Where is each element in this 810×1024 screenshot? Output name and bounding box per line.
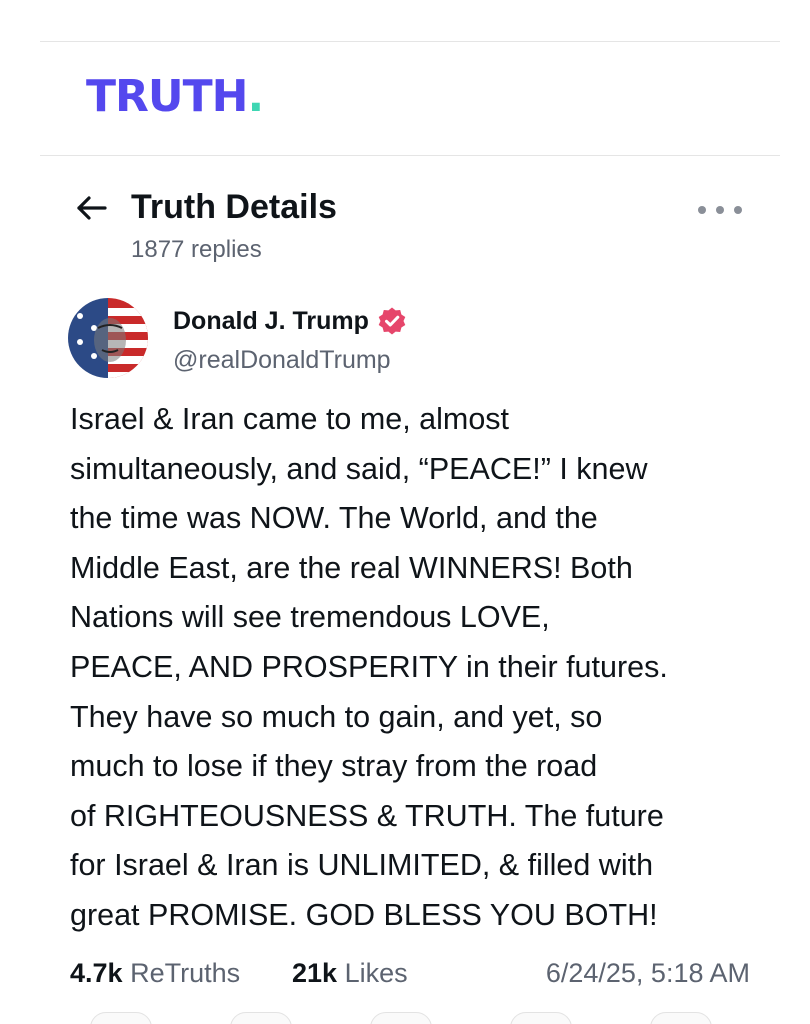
logo-dot: . [247,71,264,122]
author-name-text: Donald J. Trump [173,307,369,335]
reply-button[interactable] [90,1012,152,1024]
more-dot [698,206,706,214]
post-stats: 4.7k ReTruths 21k Likes 6/24/25, 5:18 AM [70,955,750,991]
header-divider [40,155,780,156]
retruths-count: 4.7k [70,958,123,988]
retruths-label: ReTruths [130,958,241,988]
more-options-icon[interactable] [698,198,742,222]
post-timestamp: 6/24/25, 5:18 AM [545,958,750,988]
post-body-line: great PROMISE. GOD BLESS YOU BOTH! [70,897,658,932]
bookmark-button[interactable] [650,1012,712,1024]
post-body-line: Middle East, are the real WINNERS! Both [70,550,633,585]
likes-count: 21k [292,958,338,988]
truth-details-page: TRUTH. Truth Details 1877 replies Donald… [0,0,810,1024]
avatar[interactable] [68,298,148,378]
page-title: Truth Details [131,188,337,226]
retruth-button[interactable] [230,1012,292,1024]
more-dot [734,206,742,214]
top-divider [40,41,780,42]
author-name[interactable]: Donald J. Trump [173,305,407,337]
truth-logo[interactable]: TRUTH. [86,71,264,122]
post-body-line: the time was NOW. The World, and the [70,501,598,536]
post-body-line: simultaneously, and said, “PEACE!” I kne… [70,451,648,486]
share-button[interactable] [510,1012,572,1024]
post-body-line: PEACE, AND PROSPERITY in their futures. [70,649,668,684]
logo-word: TRUTH [86,71,248,122]
likes-stat[interactable]: 21k Likes [292,955,408,991]
post-body-line: Israel & Iran came to me, almost [70,402,510,436]
verified-badge-icon [377,306,407,336]
author-handle[interactable]: @realDonaldTrump [173,344,391,376]
likes-label: Likes [344,958,408,988]
more-dot [716,206,724,214]
back-arrow-icon[interactable] [74,190,110,226]
post-body: Israel & Iran came to me, almost simulta… [70,395,770,941]
replies-count: 1877 replies [131,236,262,263]
post-body-line: of RIGHTEOUSNESS & TRUTH. The future [70,798,664,833]
post-body-line: Nations will see tremendous LOVE, [70,600,550,635]
post-body-line: much to lose if they stray from the road [70,749,598,784]
post-body-line: for Israel & Iran is UNLIMITED, & filled… [70,848,654,883]
like-button[interactable] [370,1012,432,1024]
action-bar [70,1012,750,1024]
retruths-stat[interactable]: 4.7k ReTruths [70,955,240,991]
post-body-line: They have so much to gain, and yet, so [70,699,603,734]
